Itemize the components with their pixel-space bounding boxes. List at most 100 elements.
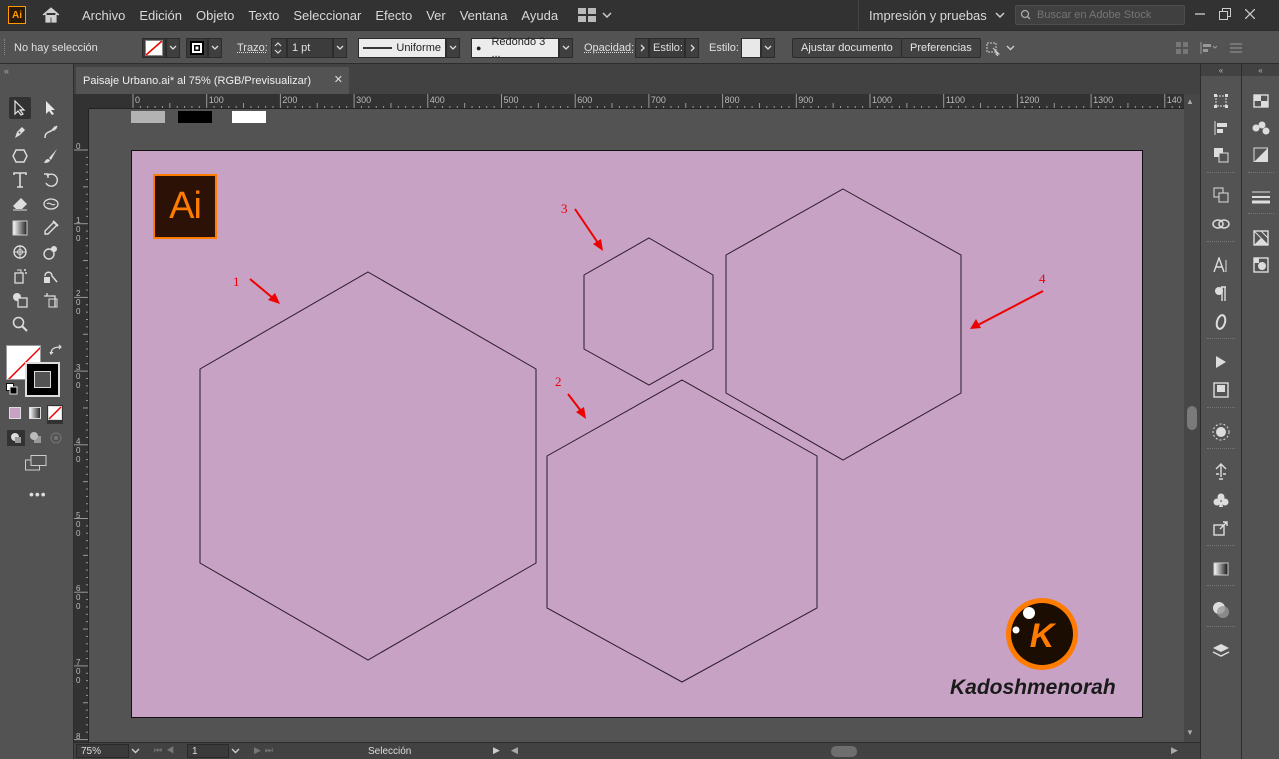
menu-seleccionar[interactable]: Seleccionar bbox=[293, 8, 361, 23]
draw-inside-icon[interactable] bbox=[49, 431, 63, 448]
slice-tool-icon[interactable] bbox=[40, 289, 62, 311]
column-graph-tool-icon[interactable] bbox=[40, 265, 62, 287]
artboard-dropdown-icon[interactable] bbox=[231, 746, 240, 757]
stroke-weight-stepper[interactable] bbox=[271, 37, 287, 58]
stroke-profile-select[interactable]: Uniforme bbox=[358, 37, 446, 58]
hexagon-2[interactable] bbox=[546, 379, 818, 683]
menu-texto[interactable]: Texto bbox=[248, 8, 279, 23]
eraser-tool-icon[interactable] bbox=[9, 193, 31, 215]
graphic-styles-icon[interactable] bbox=[1251, 255, 1271, 275]
close-tab-icon[interactable]: ✕ bbox=[334, 73, 343, 86]
horizontal-scroll-thumb[interactable] bbox=[831, 746, 857, 757]
graphic-style-swatch[interactable] bbox=[741, 37, 761, 58]
fill-dropdown[interactable] bbox=[166, 37, 180, 58]
panel-menu-icon[interactable] bbox=[1230, 43, 1242, 53]
first-artboard-icon[interactable]: ⏮◀ bbox=[154, 745, 178, 756]
menu-edicion[interactable]: Edición bbox=[139, 8, 182, 23]
gradient-mode-icon[interactable] bbox=[29, 407, 41, 422]
polygon-tool-icon[interactable] bbox=[9, 145, 31, 167]
menu-archivo[interactable]: Archivo bbox=[82, 8, 125, 23]
chevron-down-icon[interactable] bbox=[1006, 45, 1015, 51]
menu-ventana[interactable]: Ventana bbox=[460, 8, 508, 23]
menu-efecto[interactable]: Efecto bbox=[375, 8, 412, 23]
export-icon[interactable] bbox=[1211, 518, 1231, 538]
white-swatch[interactable] bbox=[232, 111, 266, 123]
scroll-up-icon[interactable]: ▲ bbox=[1186, 97, 1194, 106]
gradient-panel-icon[interactable] bbox=[1211, 559, 1231, 579]
live-paint-tool-icon[interactable] bbox=[40, 241, 62, 263]
arrange-documents-button[interactable] bbox=[578, 8, 612, 22]
asset-export-icon[interactable] bbox=[1211, 462, 1231, 482]
links-icon[interactable] bbox=[1211, 214, 1231, 234]
artboard-number-field[interactable]: 1 bbox=[187, 744, 229, 758]
paintbrush-tool-icon[interactable] bbox=[40, 145, 62, 167]
minimize-icon[interactable] bbox=[1195, 8, 1205, 22]
curvature-tool-icon[interactable] bbox=[40, 121, 62, 143]
black-swatch[interactable] bbox=[178, 111, 212, 123]
brushes-icon[interactable] bbox=[1251, 118, 1271, 138]
restore-icon[interactable] bbox=[1219, 7, 1231, 23]
opacity-style-field[interactable]: Estilo: bbox=[649, 37, 685, 58]
stroke-weight-dropdown[interactable] bbox=[333, 37, 347, 58]
align-icon[interactable] bbox=[1211, 118, 1231, 138]
align-grid-icon[interactable] bbox=[1176, 41, 1188, 54]
artboard[interactable]: Ai 1 2 3 4 K Kadoshmenorah bbox=[131, 150, 1143, 718]
character-icon[interactable] bbox=[1211, 255, 1231, 275]
ruler-corner[interactable] bbox=[74, 94, 89, 109]
stroke-label[interactable]: Trazo: bbox=[237, 42, 268, 54]
rotate-tool-icon[interactable] bbox=[40, 169, 62, 191]
vertical-ruler[interactable]: 0 100 200 300 400 500 600 700 800 bbox=[74, 109, 89, 742]
collapse-icon[interactable]: « bbox=[4, 66, 9, 76]
shape-builder-tool-icon[interactable] bbox=[9, 241, 31, 263]
color-mode-icon[interactable] bbox=[9, 407, 21, 422]
menu-objeto[interactable]: Objeto bbox=[196, 8, 234, 23]
color-guide-icon[interactable] bbox=[1251, 145, 1271, 165]
selection-tool-icon[interactable] bbox=[9, 97, 31, 119]
gray-swatch[interactable] bbox=[131, 111, 165, 123]
dock-header[interactable]: « bbox=[1201, 64, 1241, 76]
stroke-profile-dropdown[interactable] bbox=[446, 37, 460, 58]
panel-grip[interactable] bbox=[4, 39, 7, 55]
warp-tool-icon[interactable] bbox=[40, 193, 62, 215]
scroll-down-icon[interactable]: ▼ bbox=[1186, 728, 1194, 737]
preferences-button[interactable]: Preferencias bbox=[901, 37, 981, 58]
type-tool-icon[interactable] bbox=[9, 169, 31, 191]
graphic-style-dropdown[interactable] bbox=[761, 37, 775, 58]
fill-swatch[interactable] bbox=[142, 37, 166, 58]
appearance-icon[interactable] bbox=[1211, 422, 1231, 442]
none-mode-icon[interactable] bbox=[47, 405, 63, 424]
opacity-expand[interactable] bbox=[635, 37, 649, 58]
workspace-switcher[interactable]: Impresión y pruebas bbox=[858, 0, 1005, 30]
symbols-icon[interactable] bbox=[1211, 490, 1231, 510]
close-icon[interactable] bbox=[1244, 8, 1256, 22]
menu-ayuda[interactable]: Ayuda bbox=[521, 8, 558, 23]
screen-mode-icon[interactable] bbox=[25, 455, 47, 474]
stroke-color-box[interactable] bbox=[25, 362, 60, 397]
menu-ver[interactable]: Ver bbox=[426, 8, 446, 23]
stroke-weight-input[interactable]: 1 pt bbox=[287, 37, 333, 58]
pen-tool-icon[interactable] bbox=[9, 121, 31, 143]
zoom-field[interactable]: 75% bbox=[76, 744, 129, 758]
document-setup-button[interactable]: Ajustar documento bbox=[792, 37, 902, 58]
align-left-icon[interactable] bbox=[1200, 41, 1218, 54]
swap-fill-stroke-icon[interactable] bbox=[49, 344, 63, 361]
arrange-icon[interactable] bbox=[984, 40, 1002, 56]
home-icon[interactable] bbox=[40, 5, 62, 25]
document-tab[interactable]: Paisaje Urbano.ai* al 75% (RGB/Previsual… bbox=[76, 67, 349, 94]
hexagon-1[interactable] bbox=[199, 271, 537, 661]
vertical-scroll-thumb[interactable] bbox=[1187, 406, 1197, 430]
hexagon-4[interactable] bbox=[725, 188, 962, 461]
vertical-scrollbar[interactable]: ▲ ▼ bbox=[1184, 94, 1200, 742]
eyedropper-tool-icon[interactable] bbox=[40, 217, 62, 239]
stroke-swatch[interactable] bbox=[186, 37, 208, 58]
zoom-dropdown-icon[interactable] bbox=[131, 746, 140, 757]
stock-search-input[interactable] bbox=[1037, 9, 1182, 21]
opacity-more[interactable] bbox=[685, 37, 699, 58]
transparency-icon[interactable] bbox=[1211, 600, 1231, 620]
brush-select[interactable]: ● Redondo 3 ... bbox=[471, 36, 559, 60]
dock-header[interactable]: « bbox=[1242, 64, 1279, 76]
stroke-panel-icon[interactable] bbox=[1251, 187, 1271, 207]
opentype-icon[interactable] bbox=[1211, 312, 1231, 332]
artboard-tool-icon[interactable] bbox=[9, 289, 31, 311]
direct-selection-tool-icon[interactable] bbox=[40, 97, 62, 119]
